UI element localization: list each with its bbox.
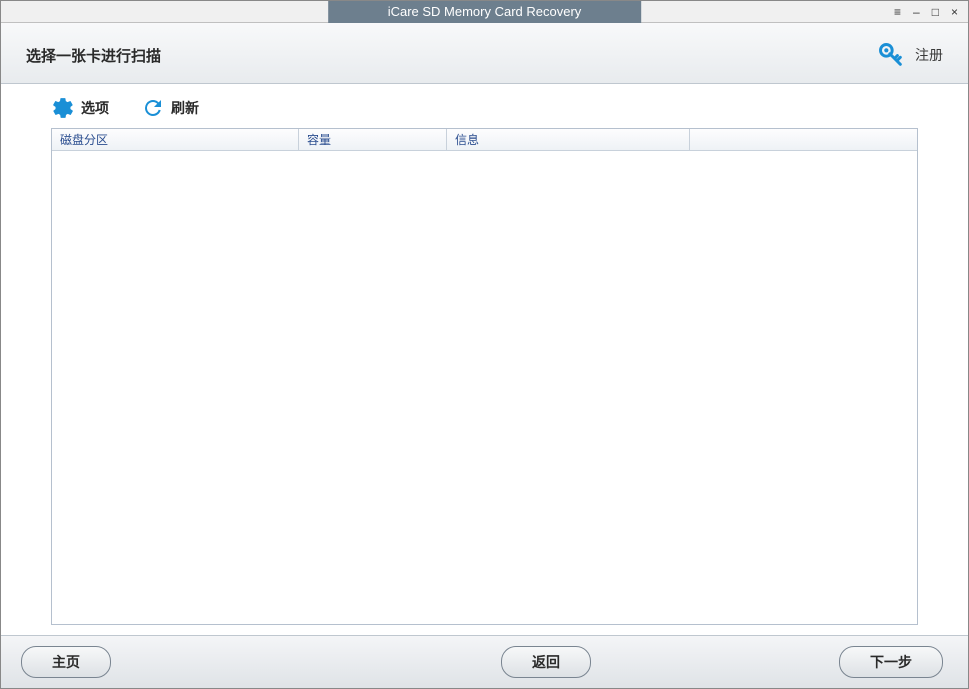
table-header-row: 磁盘分区 容量 信息: [52, 129, 917, 151]
gear-icon: [51, 96, 75, 120]
minimize-icon[interactable]: –: [911, 6, 922, 18]
toolbar: 选项 刷新: [1, 84, 968, 128]
header-bar: 选择一张卡进行扫描 注册: [1, 23, 968, 84]
col-partition[interactable]: 磁盘分区: [52, 129, 299, 150]
key-icon: [877, 41, 905, 69]
register-label: 注册: [915, 45, 943, 65]
next-button[interactable]: 下一步: [839, 646, 943, 678]
window-controls: ≡ – □ ×: [892, 6, 960, 18]
col-capacity[interactable]: 容量: [299, 129, 447, 150]
app-window: iCare SD Memory Card Recovery ≡ – □ × 选择…: [0, 0, 969, 689]
refresh-icon: [141, 96, 165, 120]
options-button[interactable]: 选项: [51, 96, 109, 120]
refresh-button[interactable]: 刷新: [141, 96, 199, 120]
col-empty: [690, 129, 917, 150]
about-icon[interactable]: ≡: [892, 6, 903, 18]
titlebar: iCare SD Memory Card Recovery ≡ – □ ×: [1, 1, 968, 23]
instruction-text: 选择一张卡进行扫描: [26, 45, 161, 66]
window-title: iCare SD Memory Card Recovery: [328, 1, 642, 23]
footer-bar: 主页 返回 下一步: [1, 635, 968, 688]
col-info[interactable]: 信息: [447, 129, 690, 150]
disk-table: 磁盘分区 容量 信息: [51, 128, 918, 625]
home-button[interactable]: 主页: [21, 646, 111, 678]
options-label: 选项: [81, 98, 109, 118]
table-body[interactable]: [52, 151, 917, 624]
register-button[interactable]: 注册: [877, 41, 943, 69]
close-icon[interactable]: ×: [949, 6, 960, 18]
refresh-label: 刷新: [171, 98, 199, 118]
maximize-icon[interactable]: □: [930, 6, 941, 18]
back-button[interactable]: 返回: [501, 646, 591, 678]
